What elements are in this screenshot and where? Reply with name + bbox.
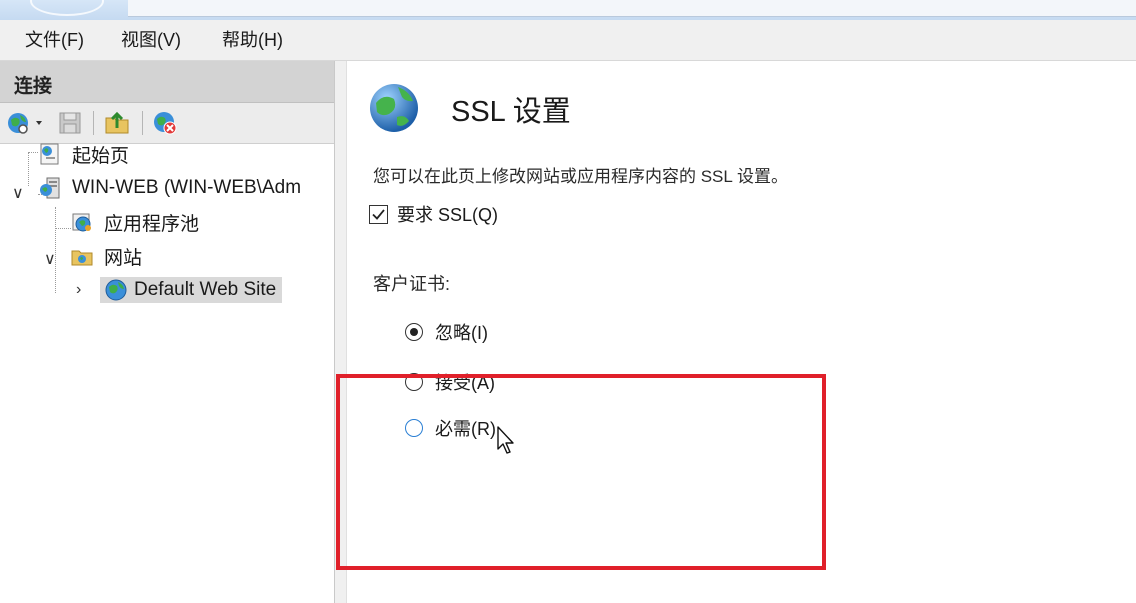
- toolbar-separator: [93, 111, 94, 135]
- require-ssl-checkbox-row[interactable]: 要求 SSL(Q): [369, 201, 498, 227]
- connections-toolbar: [0, 103, 334, 144]
- require-ssl-label: 要求 SSL(Q): [397, 205, 499, 225]
- menu-file[interactable]: 文件(F): [25, 29, 84, 51]
- sites-folder-icon: [71, 250, 93, 266]
- connections-header: 连接: [0, 61, 334, 103]
- radio-ignore[interactable]: [405, 323, 423, 341]
- tree-item-label: 网站: [104, 247, 143, 269]
- tree-item-label: 应用程序池: [104, 213, 200, 235]
- tree-item-default-web-site[interactable]: Default Web Site: [100, 275, 283, 305]
- menu-help[interactable]: 帮助(H): [222, 29, 283, 51]
- start-page-icon: [40, 143, 59, 165]
- tree-item-label: WIN-WEB (WIN-WEB\Adm: [72, 177, 302, 198]
- connect-globe-icon[interactable]: [6, 110, 44, 136]
- connections-title: 连接: [14, 76, 53, 97]
- tree-item-label: 起始页: [72, 145, 130, 167]
- page-title: SSL 设置: [451, 96, 571, 128]
- address-bar[interactable]: [128, 0, 1136, 17]
- server-icon: [40, 177, 60, 199]
- client-cert-label: 客户证书:: [373, 274, 451, 294]
- up-folder-icon[interactable]: [104, 110, 130, 136]
- radio-require-label: 必需(R): [435, 419, 496, 439]
- title-bar-decoration: [30, 0, 104, 16]
- mouse-cursor-icon: [497, 426, 514, 454]
- radio-require-row[interactable]: 必需(R): [405, 415, 496, 441]
- ssl-settings-panel: SSL 设置 您可以在此页上修改网站或应用程序内容的 SSL 设置。 要求 SS…: [346, 61, 1136, 603]
- window-title-bar: [0, 0, 1136, 20]
- tree-item-sites[interactable]: 网站: [70, 241, 146, 271]
- collapse-arrow-icon[interactable]: ∨: [44, 249, 56, 269]
- toolbar-separator: [142, 111, 143, 135]
- connections-panel: 连接 起始页 ∨ WIN-WEB (WIN-WEB\Adm 应用程序池 ∨ 网站…: [0, 61, 335, 603]
- radio-accept-label: 接受(A): [435, 373, 495, 393]
- ssl-globe-icon: [370, 84, 418, 132]
- expand-arrow-icon[interactable]: ›: [76, 281, 81, 299]
- globe-icon: [105, 279, 127, 301]
- radio-accept[interactable]: [405, 373, 423, 391]
- page-description: 您可以在此页上修改网站或应用程序内容的 SSL 设置。: [373, 167, 788, 186]
- menu-view[interactable]: 视图(V): [121, 29, 181, 51]
- disconnect-icon[interactable]: [152, 110, 178, 136]
- radio-require[interactable]: [405, 419, 423, 437]
- radio-accept-row[interactable]: 接受(A): [405, 369, 495, 395]
- menu-bar: 文件(F) 视图(V) 帮助(H): [0, 20, 1136, 61]
- app-pool-icon: [72, 213, 91, 232]
- tree-item-app-pools[interactable]: 应用程序池: [70, 207, 203, 237]
- radio-ignore-label: 忽略(I): [435, 323, 488, 343]
- save-icon[interactable]: [57, 110, 83, 136]
- radio-ignore-row[interactable]: 忽略(I): [405, 319, 488, 345]
- tree-item-server[interactable]: WIN-WEB (WIN-WEB\Adm: [38, 173, 305, 203]
- checkmark-icon: [372, 208, 385, 220]
- require-ssl-checkbox[interactable]: [369, 204, 388, 224]
- tree-item-start-page[interactable]: 起始页: [38, 139, 133, 169]
- panel-splitter[interactable]: [335, 61, 346, 603]
- collapse-arrow-icon[interactable]: ∨: [12, 183, 24, 203]
